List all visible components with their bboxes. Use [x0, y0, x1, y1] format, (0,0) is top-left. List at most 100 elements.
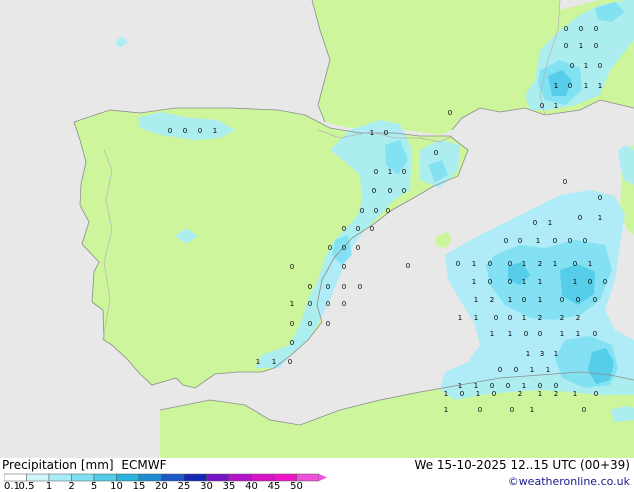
point-value-label: 0: [290, 263, 294, 271]
precipitation-map: 0 0 0 1 1 000 1 00 0 00 0 00 0 00 0 00 00 0 0 01 0 0 00 0 001 1 00…: [0, 0, 634, 458]
point-value-label: 0: [582, 406, 586, 414]
point-value-label: 0: [603, 278, 607, 286]
point-value-label: 0: [508, 278, 512, 286]
credit-link[interactable]: ©weatheronline.co.uk: [508, 475, 630, 488]
point-value-label: 2: [560, 314, 564, 322]
valid-time: We 15-10-2025 12..15 UTC (00+39): [414, 458, 630, 472]
point-value-label: 0: [308, 320, 312, 328]
point-value-label: 0: [494, 314, 498, 322]
point-value-label: 1: [538, 390, 542, 398]
scale-tick-label: 45: [267, 481, 281, 492]
point-value-label: 1: [444, 406, 448, 414]
point-value-label: 1: [530, 366, 534, 374]
point-value-label: 1: [508, 296, 512, 304]
point-value-label: 0: [533, 219, 537, 227]
point-value-label: 0: [564, 25, 568, 33]
point-value-label: 0: [360, 207, 364, 215]
point-value-label: 0: [514, 366, 518, 374]
point-value-label: 0: [593, 296, 597, 304]
point-value-label: 1: [474, 296, 478, 304]
scale-tick-label: 15: [132, 481, 146, 492]
point-value-label: 0: [326, 300, 330, 308]
scale-swatch: [183, 473, 207, 482]
scale-swatch: [273, 473, 297, 482]
scale-tick-label: 30: [200, 481, 213, 492]
point-value-label: 2: [518, 390, 522, 398]
point-value-label: 0: [508, 260, 512, 268]
point-value-label: 0: [326, 283, 330, 291]
scale-tick-label: 50: [290, 481, 303, 492]
scale-tick-label: 0.5: [18, 481, 35, 492]
point-value-label: 0: [524, 330, 528, 338]
point-value-label: 0: [374, 168, 378, 176]
point-value-label: 1: [598, 214, 602, 222]
point-value-label: 1: [522, 382, 526, 390]
scale-tick-label: 20: [155, 481, 168, 492]
point-value-label: 3: [540, 350, 544, 358]
point-value-label: 1: [272, 358, 276, 366]
point-value-label: 1: [588, 260, 592, 268]
point-value-label: 0: [588, 278, 592, 286]
point-value-label: 0: [568, 82, 572, 90]
point-value-label: 0: [342, 225, 346, 233]
point-value-label: 0: [358, 283, 362, 291]
scale-tick-label: 40: [245, 481, 258, 492]
scale-swatch: [4, 473, 27, 482]
point-value-label: 0: [576, 296, 580, 304]
point-value-label: 0: [510, 406, 514, 414]
point-value-label: 1: [522, 314, 526, 322]
point-value-label: 0: [540, 102, 544, 110]
point-value-label: 0: [308, 300, 312, 308]
scale-tick-label: 2: [68, 481, 75, 492]
point-value-label: 1: [548, 219, 552, 227]
point-value-label: 0: [342, 263, 346, 271]
point-value-label: 0: [518, 237, 522, 245]
point-value-label: 2: [554, 390, 558, 398]
color-scale-bar: [4, 473, 327, 482]
point-value-label: 0: [372, 187, 376, 195]
point-value-label: 1: [290, 300, 294, 308]
point-value-label: 0: [183, 127, 187, 135]
point-value-label: 1: [508, 330, 512, 338]
point-value-label: 0: [508, 314, 512, 322]
point-value-label: 2: [490, 296, 494, 304]
point-value-label: 1: [579, 42, 583, 50]
point-value-label: 0: [522, 296, 526, 304]
point-value-label: 0: [579, 25, 583, 33]
point-value-label: 0: [168, 127, 172, 135]
point-value-label: 0: [402, 187, 406, 195]
point-value-label: 1: [598, 82, 602, 90]
point-value-label: 0: [328, 244, 332, 252]
point-value-label: 0: [460, 390, 464, 398]
point-value-label: 0: [488, 260, 492, 268]
point-value-label: 0: [326, 320, 330, 328]
point-value-label: 1: [546, 366, 550, 374]
scale-swatch: [296, 473, 320, 482]
model-name: ECMWF: [121, 458, 167, 472]
scale-arrow: [319, 474, 327, 481]
point-value-label: 0: [593, 330, 597, 338]
point-value-label: 1: [526, 350, 530, 358]
point-value-label: 1: [536, 237, 540, 245]
point-value-label: 0: [553, 237, 557, 245]
point-value-label: 1: [554, 82, 558, 90]
point-value-label: 0: [598, 62, 602, 70]
point-value-label: 0: [570, 62, 574, 70]
scale-swatch: [26, 473, 50, 482]
point-value-label: 2: [538, 314, 542, 322]
scale-swatch: [93, 473, 117, 482]
point-value-label: 0: [288, 358, 292, 366]
scale-tick-label: 5: [90, 481, 98, 492]
scale-swatch: [48, 473, 72, 482]
legend-title: Precipitation [mm] ECMWF: [2, 458, 166, 472]
point-value-label: 1: [213, 127, 217, 135]
point-value-label: 0: [594, 25, 598, 33]
point-value-label: 1: [472, 278, 476, 286]
point-value-label: 0: [538, 382, 542, 390]
point-value-label: 1: [472, 260, 476, 268]
point-value-label: 0: [478, 406, 482, 414]
scale-swatch: [251, 473, 275, 482]
scale-swatch: [116, 473, 140, 482]
point-value-label: 0: [456, 260, 460, 268]
point-value-label: 0: [386, 207, 390, 215]
